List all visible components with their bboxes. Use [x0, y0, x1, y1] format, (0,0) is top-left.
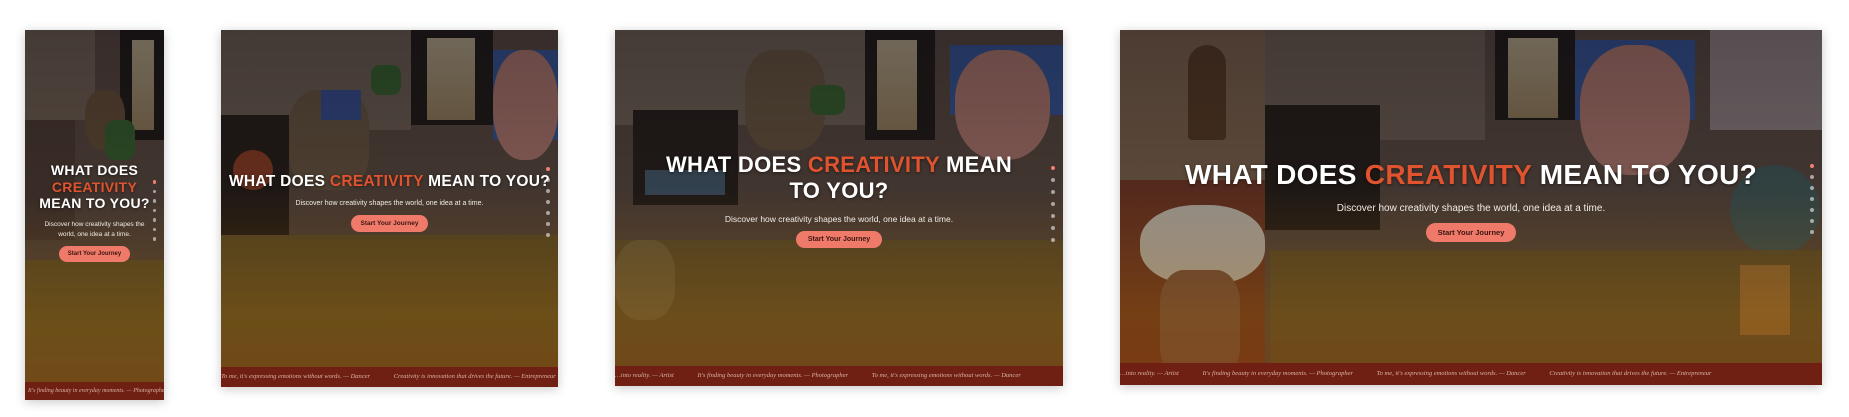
nav-dot[interactable] — [546, 189, 550, 193]
hero-section: WHAT DOES CREATIVITY MEAN TO YOU? Discov… — [25, 162, 164, 263]
quote-ticker: …into reality. — Artist It's finding bea… — [1120, 363, 1822, 385]
hero-section: WHAT DOES CREATIVITY MEAN TO YOU? Discov… — [221, 173, 558, 233]
nav-dot[interactable] — [1810, 219, 1814, 223]
nav-dot[interactable] — [152, 208, 156, 212]
hero-headline: WHAT DOES CREATIVITY MEAN TO YOU? — [654, 152, 1024, 204]
ticker-quote: It's finding beauty in everyday moments.… — [697, 372, 849, 379]
nav-dot[interactable] — [546, 211, 550, 215]
nav-dot[interactable] — [1051, 226, 1055, 230]
nav-dot[interactable] — [1810, 164, 1814, 168]
nav-dot[interactable] — [1051, 166, 1055, 170]
ticker-quote: It's finding beauty in everyday moments.… — [28, 388, 164, 394]
nav-dot[interactable] — [1051, 214, 1055, 218]
headline-prefix: WHAT DOES — [665, 152, 808, 177]
ticker-quote: Creativity is innovation that drives the… — [1549, 370, 1712, 377]
nav-dot[interactable] — [1810, 230, 1814, 234]
section-nav-dots — [1051, 166, 1055, 242]
nav-dot[interactable] — [152, 199, 156, 203]
hero-headline: WHAT DOES CREATIVITY MEAN TO YOU? — [221, 173, 558, 191]
headline-suffix: MEAN TO YOU? — [423, 173, 551, 190]
hero-subtitle: Discover how creativity shapes the world… — [44, 220, 145, 238]
nav-dot[interactable] — [546, 222, 550, 226]
headline-accent: CREATIVITY — [1364, 159, 1532, 190]
viewport-laptop: WHAT DOES CREATIVITY MEAN TO YOU? Discov… — [615, 30, 1063, 386]
quote-ticker: …into reality. — Artist It's finding bea… — [615, 366, 1063, 386]
nav-dot[interactable] — [1051, 202, 1055, 206]
viewport-desktop: WHAT DOES CREATIVITY MEAN TO YOU? Discov… — [1120, 30, 1822, 385]
hero-section: WHAT DOES CREATIVITY MEAN TO YOU? Discov… — [615, 152, 1063, 248]
start-journey-button[interactable]: Start Your Journey — [1425, 223, 1517, 243]
ticker-quote: Creativity is innovation that drives the… — [393, 373, 556, 380]
start-journey-button[interactable]: Start Your Journey — [795, 230, 883, 248]
ticker-quote: …into reality. — Artist — [615, 372, 674, 379]
nav-dot[interactable] — [1810, 186, 1814, 190]
ticker-quote: To me, it's expressing emotions without … — [1376, 370, 1526, 377]
nav-dot[interactable] — [1810, 208, 1814, 212]
start-journey-button[interactable]: Start Your Journey — [350, 215, 429, 233]
headline-suffix: MEAN TO YOU? — [39, 195, 150, 212]
headline-prefix: WHAT DOES — [50, 162, 139, 178]
nav-dot[interactable] — [1051, 190, 1055, 194]
nav-dot[interactable] — [546, 178, 550, 182]
headline-suffix: MEAN TO YOU? — [1531, 159, 1758, 190]
section-nav-dots — [546, 167, 550, 237]
hero-subtitle: Discover how creativity shapes the world… — [1336, 203, 1606, 215]
nav-dot[interactable] — [546, 200, 550, 204]
quote-ticker: To me, it's expressing emotions without … — [221, 367, 558, 387]
viewport-tablet: WHAT DOES CREATIVITY MEAN TO YOU? Discov… — [221, 30, 558, 387]
headline-prefix: WHAT DOES — [1184, 159, 1365, 190]
nav-dot[interactable] — [152, 180, 156, 184]
viewport-mobile: WHAT DOES CREATIVITY MEAN TO YOU? Discov… — [25, 30, 164, 400]
hero-headline: WHAT DOES CREATIVITY MEAN TO YOU? — [1120, 158, 1822, 191]
nav-dot[interactable] — [152, 189, 156, 193]
nav-dot[interactable] — [1810, 175, 1814, 179]
headline-accent: CREATIVITY — [807, 152, 940, 177]
hero-section: WHAT DOES CREATIVITY MEAN TO YOU? Discov… — [1120, 158, 1822, 243]
start-journey-button[interactable]: Start Your Journey — [58, 246, 131, 263]
hero-headline: WHAT DOES CREATIVITY MEAN TO YOU? — [37, 162, 152, 212]
nav-dot[interactable] — [546, 167, 550, 171]
nav-dot[interactable] — [152, 218, 156, 222]
section-nav-dots — [1810, 164, 1814, 234]
nav-dot[interactable] — [1051, 178, 1055, 182]
hero-subtitle: Discover how creativity shapes the world… — [724, 213, 954, 224]
ticker-quote: To me, it's expressing emotions without … — [221, 373, 371, 380]
nav-dot[interactable] — [1810, 197, 1814, 201]
ticker-quote: …into reality. — Artist — [1120, 370, 1179, 377]
headline-accent: CREATIVITY — [329, 173, 424, 190]
headline-accent: CREATIVITY — [51, 178, 138, 195]
section-nav-dots — [152, 180, 156, 241]
headline-prefix: WHAT DOES — [228, 173, 330, 190]
hero-subtitle: Discover how creativity shapes the world… — [295, 200, 484, 208]
nav-dot[interactable] — [152, 237, 156, 241]
quote-ticker: It's finding beauty in everyday moments.… — [25, 382, 164, 400]
ticker-quote: It's finding beauty in everyday moments.… — [1202, 370, 1354, 377]
nav-dot[interactable] — [1051, 238, 1055, 242]
ticker-quote: To me, it's expressing emotions without … — [871, 372, 1021, 379]
nav-dot[interactable] — [546, 233, 550, 237]
nav-dot[interactable] — [152, 227, 156, 231]
